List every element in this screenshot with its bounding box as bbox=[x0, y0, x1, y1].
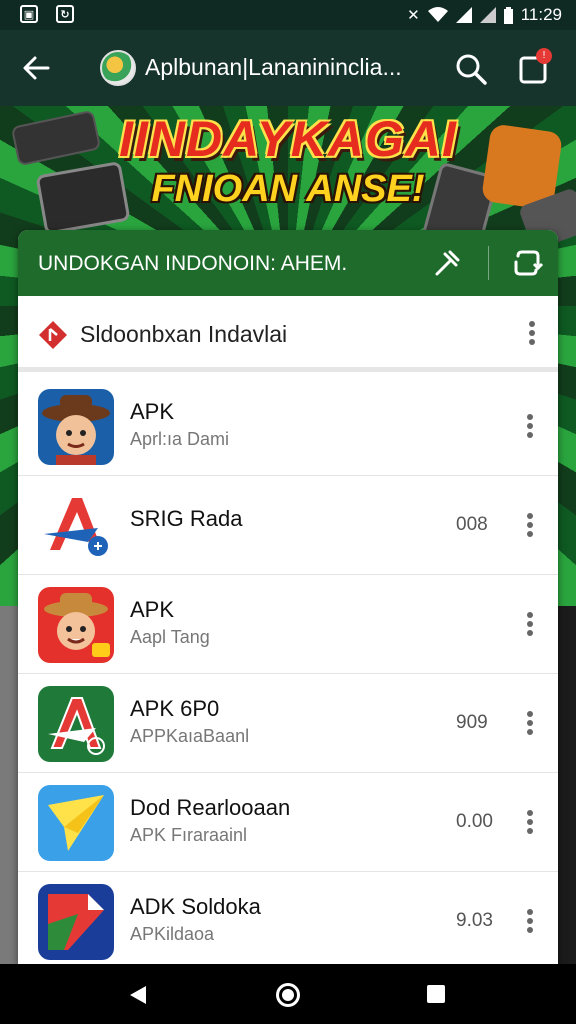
signal-icon-2 bbox=[479, 7, 496, 23]
app-size: 9.03 bbox=[456, 910, 493, 931]
signal-icon bbox=[455, 7, 472, 23]
cowboy-app-icon bbox=[38, 389, 114, 465]
app-bar: Aplbunan|Lananininclia... ! bbox=[0, 30, 576, 106]
nfc-icon: ✕ bbox=[407, 7, 420, 24]
list-item[interactable]: ADK Soldoka APKildaoa 9.03 bbox=[18, 872, 558, 964]
app-name: SRIG Rada bbox=[130, 506, 243, 531]
app-subtitle: APK Fıraraainl bbox=[130, 825, 248, 845]
row-more-button[interactable] bbox=[518, 708, 542, 738]
pin-icon bbox=[435, 250, 460, 276]
header-divider bbox=[488, 246, 489, 280]
cart-button[interactable]: ! bbox=[514, 48, 554, 88]
paper-plane-app-icon bbox=[38, 785, 114, 861]
app-name: Dod Rearlooaan bbox=[130, 795, 291, 820]
app-subtitle: Aprl:ıa Dami bbox=[130, 429, 230, 449]
list-title: Sldoonbxan Indavlai bbox=[80, 321, 288, 347]
app-subtitle: APPKaıaBaanl bbox=[130, 726, 250, 746]
list-item[interactable]: APK Aprl:ıa Dami bbox=[18, 377, 558, 476]
banner-subtitle: FNIOAN ANSE! bbox=[151, 168, 425, 210]
refresh-button[interactable] bbox=[508, 244, 546, 282]
card-header-title: UNDOKGAN INDONOIN: AHEM. bbox=[38, 252, 348, 275]
list-item[interactable]: SRIG Rada 008 bbox=[18, 476, 558, 575]
app-name: APK bbox=[130, 597, 175, 622]
back-button[interactable] bbox=[14, 46, 58, 90]
adk-app-icon bbox=[38, 884, 114, 960]
app-size: 008 bbox=[456, 514, 488, 535]
row-more-button[interactable] bbox=[518, 807, 542, 837]
wifi-icon bbox=[427, 7, 448, 22]
list-item[interactable]: Dod Rearlooaan APK Fıraraainl 0.00 bbox=[18, 773, 558, 872]
nav-recent-button[interactable] bbox=[427, 985, 445, 1003]
apk-green-app-icon bbox=[38, 686, 114, 762]
app-name: APK 6P0 bbox=[130, 696, 220, 721]
category-icon bbox=[38, 320, 68, 350]
list-header[interactable]: Sldoonbxan Indavlai bbox=[18, 296, 558, 372]
srig-app-icon bbox=[38, 488, 114, 564]
app-logo bbox=[100, 50, 136, 86]
app-size: 0.00 bbox=[456, 811, 493, 832]
row-more-button[interactable] bbox=[518, 411, 542, 441]
app-name: ADK Soldoka bbox=[130, 894, 261, 919]
notification-icon: ▣ bbox=[20, 5, 38, 23]
app-size: 909 bbox=[456, 712, 488, 733]
nav-back-button[interactable] bbox=[126, 982, 152, 1008]
status-time: 11:29 bbox=[520, 5, 562, 24]
cowboy-red-app-icon bbox=[38, 587, 114, 663]
refresh-icon bbox=[514, 250, 544, 276]
app-subtitle: Aapl Tang bbox=[130, 627, 210, 647]
banner-title: IINDAYKAGAI bbox=[119, 111, 457, 167]
cart-badge: ! bbox=[536, 48, 552, 64]
edit-button[interactable] bbox=[428, 244, 466, 282]
app-list-card: UNDOKGAN INDONOIN: AHEM. Sldoonbxan Inda… bbox=[18, 230, 558, 964]
more-options-button[interactable] bbox=[520, 318, 544, 348]
arrow-left-icon bbox=[23, 56, 50, 80]
app-title: Aplbunan|Lananininclia... bbox=[145, 54, 402, 80]
status-bar: ▣ ↻ ✕ 11:29 bbox=[0, 0, 576, 30]
search-button[interactable] bbox=[452, 50, 490, 88]
backdrop bbox=[0, 606, 18, 964]
row-more-button[interactable] bbox=[518, 510, 542, 540]
battery-icon bbox=[503, 6, 513, 24]
triangle-back-icon bbox=[130, 986, 146, 1004]
search-icon bbox=[456, 54, 487, 85]
app-name: APK bbox=[130, 399, 175, 424]
card-header: UNDOKGAN INDONOIN: AHEM. bbox=[18, 230, 558, 296]
app-subtitle: APKildaoa bbox=[130, 924, 215, 944]
row-more-button[interactable] bbox=[518, 906, 542, 936]
list-item[interactable]: APK Aapl Tang bbox=[18, 575, 558, 674]
navigation-bar bbox=[0, 964, 576, 1024]
row-more-button[interactable] bbox=[518, 609, 542, 639]
nav-home-button[interactable] bbox=[276, 983, 300, 1007]
sync-icon: ↻ bbox=[56, 5, 74, 23]
list-item[interactable]: APK 6P0 APPKaıaBaanl 909 bbox=[18, 674, 558, 773]
